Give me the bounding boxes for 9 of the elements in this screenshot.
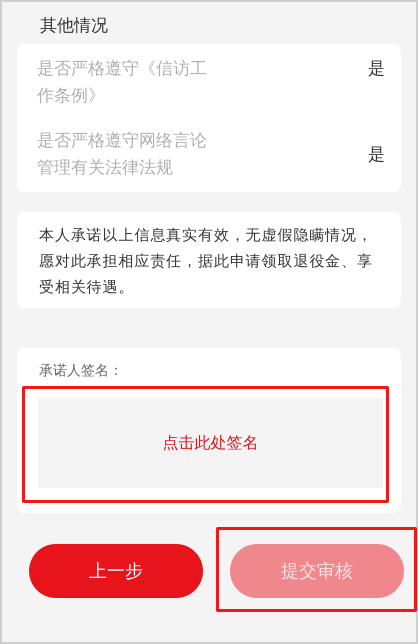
item-value: 是 [368, 144, 385, 166]
item-label: 是否严格遵守《信访工作条例》 [37, 58, 208, 108]
section-title: 其他情况 [39, 15, 109, 38]
item-label: 是否严格遵守网络言论管理有关法律法规 [37, 130, 208, 180]
back-button[interactable]: 上一步 [29, 544, 203, 598]
signature-pad[interactable]: 点击此处签名 [38, 398, 383, 488]
item-value: 是 [368, 58, 385, 81]
signature-label: 承诺人签名： [38, 362, 124, 381]
declaration-text: 本人承诺以上信息真实有效，无虚假隐瞒情况，愿对此承担相应责任，据此申请领取退役金、享受相关待遇。 [39, 225, 374, 298]
